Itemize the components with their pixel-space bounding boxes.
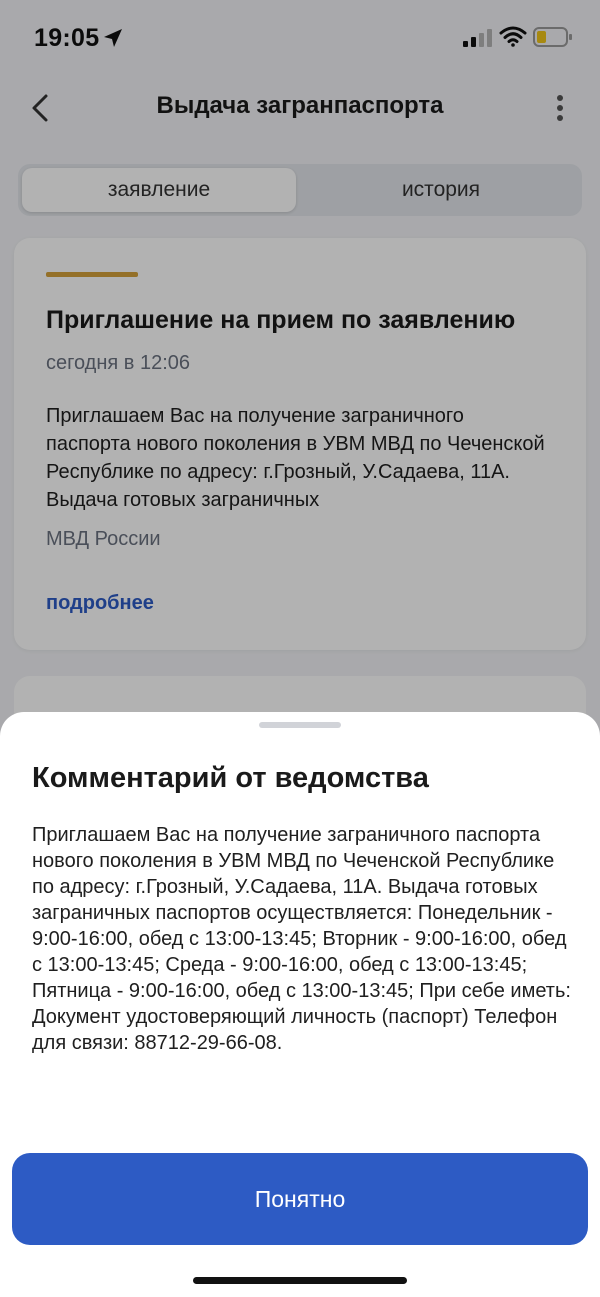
bottom-sheet: Комментарий от ведомства Приглашаем Вас … xyxy=(0,712,600,1297)
sheet-drag-handle[interactable] xyxy=(259,722,341,728)
home-indicator xyxy=(193,1277,407,1284)
sheet-comment-text: Приглашаем Вас на получение заграничного… xyxy=(32,824,571,1054)
sheet-title: Комментарий от ведомства xyxy=(32,762,429,794)
ok-button[interactable]: Понятно xyxy=(12,1153,588,1245)
app-screen: 19:05 Выдача загранпаспорта заявление ис… xyxy=(0,0,600,1297)
